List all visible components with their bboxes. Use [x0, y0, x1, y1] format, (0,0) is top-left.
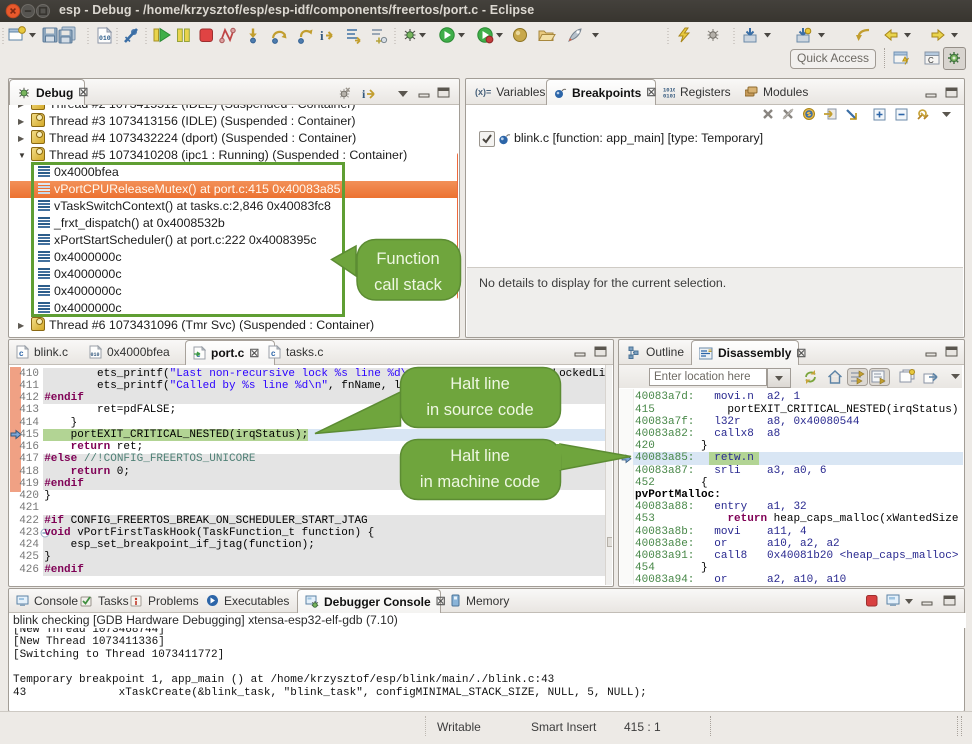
svg-text:C: C	[928, 56, 934, 65]
svg-text:010: 010	[99, 35, 111, 42]
svg-text:0101: 0101	[663, 92, 675, 98]
svg-text:010: 010	[91, 352, 100, 358]
svg-text:c: c	[19, 349, 24, 358]
svg-text:c: c	[271, 349, 276, 358]
svg-text:i: i	[320, 28, 324, 43]
svg-text:i: i	[362, 87, 366, 101]
